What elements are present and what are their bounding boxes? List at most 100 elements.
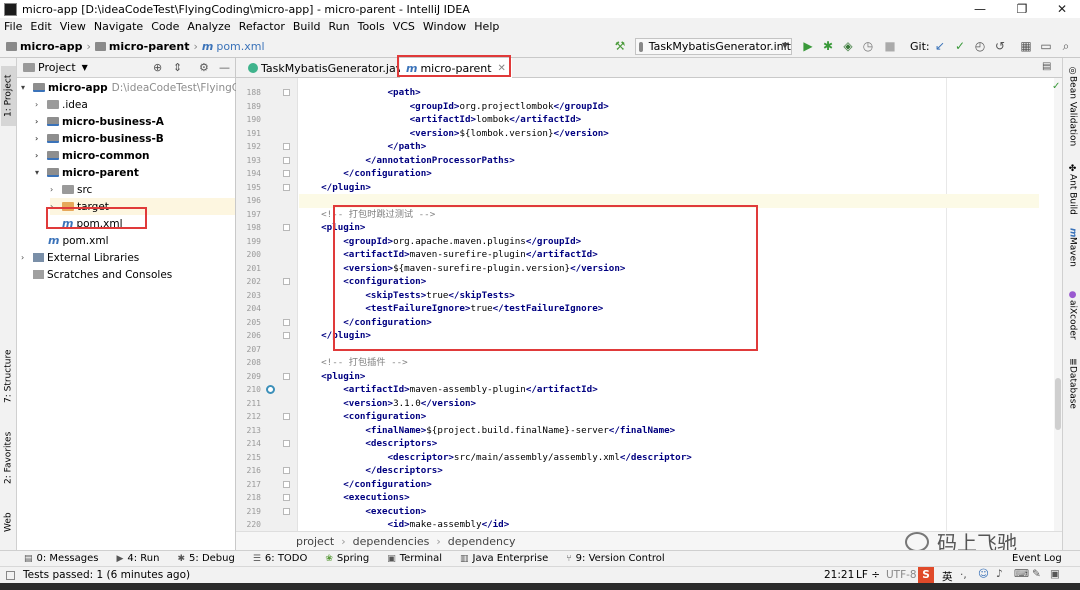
run-tool-button[interactable]: ▶ 4: Run (116, 553, 159, 564)
fold-marker-icon[interactable] (283, 278, 290, 285)
hide-panel-icon[interactable]: — (219, 61, 230, 74)
microphone-icon[interactable]: ♪ (996, 568, 1003, 580)
git-update-icon[interactable]: ↙ (932, 39, 948, 53)
locate-file-icon[interactable]: ⊕ (153, 61, 162, 74)
nav-crumb-pom-xml[interactable]: m pom.xml (202, 40, 265, 53)
terminal-tool-button[interactable]: ▣ Terminal (387, 553, 442, 564)
ime-skin-icon[interactable]: ▣ (1050, 568, 1060, 580)
status-toggle-icon[interactable] (6, 570, 15, 580)
tree-item-micro-business-a[interactable]: › micro-business-A (35, 113, 164, 130)
fold-marker-icon[interactable] (283, 318, 290, 326)
menu-refactor[interactable]: Refactor (239, 20, 285, 33)
ime-punctuation-icon[interactable]: ·, (960, 569, 967, 581)
menu-tools[interactable]: Tools (358, 20, 385, 33)
menu-code[interactable]: Code (151, 20, 179, 33)
debug-tool-button[interactable]: ✱ 5: Debug (177, 553, 234, 564)
fold-marker-icon[interactable] (283, 332, 290, 339)
menu-file[interactable]: File (4, 20, 22, 33)
database-tool-tab[interactable]: ≣ Database (1065, 358, 1080, 418)
fold-marker-icon[interactable] (283, 89, 290, 96)
tree-item-micro-parent[interactable]: ▾ micro-parent (35, 164, 139, 181)
menu-analyze[interactable]: Analyze (187, 20, 230, 33)
todo-tool-button[interactable]: ☰ 6: TODO (253, 553, 308, 564)
maven-tool-tab[interactable]: m Maven (1065, 228, 1080, 276)
nav-crumb-micro-parent[interactable]: micro-parent › (94, 40, 198, 53)
tab-list-icon[interactable]: ▤ (1042, 61, 1051, 72)
tree-item-src[interactable]: › src (50, 181, 92, 198)
emoji-icon[interactable]: ☺ (978, 568, 989, 580)
tree-item-micro-app[interactable]: ▾ micro-app D:\ideaCodeTest\FlyingCoding (21, 79, 268, 96)
coverage-icon[interactable]: ◈ (840, 39, 856, 53)
expand-arrow-icon[interactable]: › (35, 134, 45, 143)
expand-arrow-icon[interactable]: › (35, 100, 45, 109)
minimize-button[interactable]: — (960, 0, 1000, 18)
aixcoder-tool-tab[interactable]: ● aiXcoder (1065, 290, 1080, 346)
menu-run[interactable]: Run (329, 20, 350, 33)
breadcrumb-project[interactable]: project (296, 535, 334, 548)
bean-validation-tool-tab[interactable]: ◎ Bean Validation (1065, 66, 1080, 156)
git-commit-icon[interactable]: ✓ (952, 39, 968, 53)
run-configuration-select[interactable]: TaskMybatisGenerator.init ▼ (635, 38, 792, 55)
ime-tools-icon[interactable]: ✎ (1032, 568, 1041, 580)
breadcrumb-dependencies[interactable]: dependencies (353, 535, 430, 548)
menu-edit[interactable]: Edit (30, 20, 51, 33)
spring-tool-button[interactable]: ❀ Spring (325, 553, 369, 564)
tree-item-scratches[interactable]: Scratches and Consoles (31, 266, 172, 283)
fold-marker-icon[interactable] (283, 467, 290, 474)
menu-navigate[interactable]: Navigate (94, 20, 143, 33)
fold-marker-icon[interactable] (283, 183, 290, 191)
java-enterprise-tool-button[interactable]: ▥ Java Enterprise (460, 553, 548, 564)
caret-position[interactable]: 21:21 (824, 569, 854, 581)
tree-item-root-pom[interactable]: m pom.xml (48, 232, 108, 249)
collapse-all-icon[interactable]: ⇕ (173, 61, 182, 74)
expand-arrow-icon[interactable]: ▾ (21, 83, 31, 92)
maximize-button[interactable]: ❐ (1002, 0, 1042, 18)
menu-help[interactable]: Help (474, 20, 499, 33)
ime-logo-icon[interactable]: S (918, 567, 934, 583)
tree-item-idea[interactable]: › .idea (35, 96, 88, 113)
fold-marker-icon[interactable] (283, 494, 290, 501)
fold-marker-icon[interactable] (283, 507, 290, 515)
search-everywhere-icon[interactable]: ⌕ (1058, 39, 1074, 53)
editor-scrollbar[interactable] (1054, 78, 1062, 531)
menu-window[interactable]: Window (423, 20, 466, 33)
tree-item-micro-business-b[interactable]: › micro-business-B (35, 130, 164, 147)
inspection-ok-icon[interactable]: ✓ (1052, 81, 1060, 92)
menu-build[interactable]: Build (293, 20, 321, 33)
git-rollback-icon[interactable]: ↺ (992, 39, 1008, 53)
web-tool-tab[interactable]: Web (1, 506, 16, 538)
ime-mode[interactable]: 英 (942, 569, 953, 584)
menu-vcs[interactable]: VCS (393, 20, 415, 33)
expand-arrow-icon[interactable]: ▾ (35, 168, 45, 177)
expand-arrow-icon[interactable]: › (50, 185, 60, 194)
structure-tool-tab[interactable]: 7: Structure (1, 346, 16, 406)
status-message[interactable]: Tests passed: 1 (6 minutes ago) (23, 569, 190, 581)
project-tool-tab[interactable]: 1: Project (1, 66, 16, 126)
fold-marker-icon[interactable] (283, 156, 290, 164)
keyboard-icon[interactable]: ⌨ (1014, 568, 1029, 580)
run-icon[interactable]: ▶ (800, 39, 816, 53)
maven-goal-icon[interactable] (266, 385, 275, 394)
project-view-select[interactable]: Project (38, 61, 76, 74)
file-encoding[interactable]: UTF-8 (886, 569, 917, 581)
expand-arrow-icon[interactable]: › (35, 151, 45, 160)
breadcrumb-dependency[interactable]: dependency (448, 535, 516, 548)
ant-build-tool-tab[interactable]: ✤ Ant Build (1065, 164, 1080, 220)
project-structure-icon[interactable]: ▦ (1018, 39, 1034, 53)
hammer-build-icon[interactable]: ⚒ (612, 39, 628, 53)
nav-crumb-micro-app[interactable]: micro-app › (6, 40, 91, 53)
gear-icon[interactable]: ⚙ (199, 61, 209, 74)
presentation-icon[interactable]: ▭ (1038, 39, 1054, 53)
scrollbar-thumb[interactable] (1055, 378, 1061, 430)
fold-marker-icon[interactable] (283, 372, 290, 380)
messages-tool-button[interactable]: ▤ 0: Messages (24, 553, 98, 564)
event-log-button[interactable]: Event Log (1012, 553, 1062, 564)
close-button[interactable]: ✕ (1042, 0, 1080, 18)
expand-arrow-icon[interactable]: › (35, 117, 45, 126)
tree-item-external-libraries[interactable]: › External Libraries (21, 249, 139, 266)
expand-arrow-icon[interactable]: › (21, 253, 31, 262)
fold-marker-icon[interactable] (283, 440, 290, 447)
version-control-tool-button[interactable]: ⑂ 9: Version Control (566, 553, 664, 564)
fold-marker-icon[interactable] (283, 170, 290, 177)
profile-icon[interactable]: ◷ (860, 39, 876, 53)
